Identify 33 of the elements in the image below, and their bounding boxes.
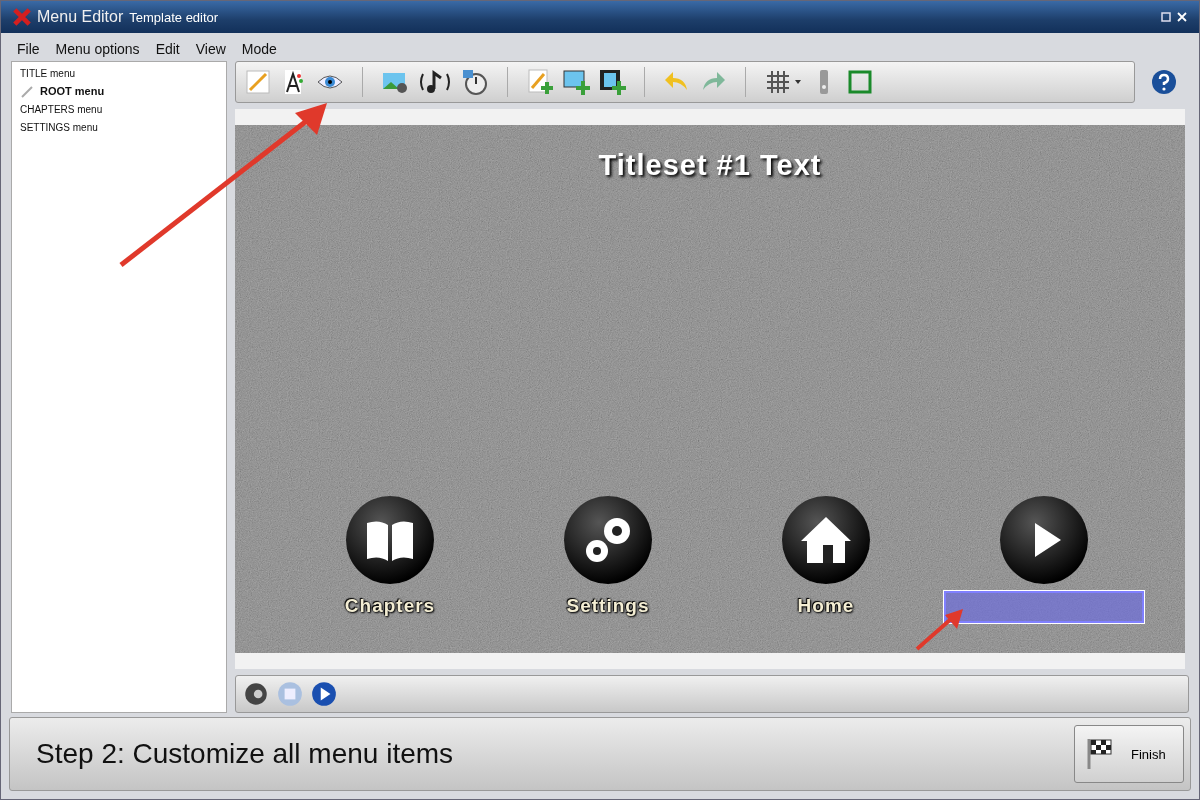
window-subtitle: Template editor <box>129 9 219 25</box>
grid-icon[interactable] <box>764 68 792 96</box>
menu-item[interactable]: Edit <box>155 41 180 57</box>
play-icon[interactable] <box>310 680 338 709</box>
finish-button[interactable]: Finish <box>1074 725 1184 783</box>
step-text: Step 2: Customize all menu items <box>36 738 454 770</box>
stopwatch-icon[interactable] <box>461 68 489 96</box>
menu-item[interactable]: File <box>17 41 40 57</box>
tree-item[interactable]: ROOT menu <box>20 82 226 100</box>
menu-button-label: Home <box>796 594 856 619</box>
menu-item[interactable]: Menu options <box>55 41 140 57</box>
menu-title-text: Titleset #1 Text <box>598 149 822 182</box>
checkered-flag-icon <box>1085 737 1113 771</box>
tree-item[interactable]: TITLE menu <box>20 64 226 82</box>
tree-item[interactable]: CHAPTERS menu <box>20 100 226 118</box>
tree-item[interactable]: SETTINGS menu <box>20 118 226 136</box>
add-image-icon[interactable] <box>562 68 590 96</box>
caret-icon[interactable] <box>794 78 802 86</box>
add-text-icon[interactable] <box>526 68 554 96</box>
music-note-icon[interactable] <box>417 68 453 96</box>
menu-button-label: Chapters <box>343 594 437 619</box>
help-icon[interactable] <box>1151 69 1177 95</box>
page-icon <box>20 84 34 98</box>
selected-label-area[interactable] <box>944 591 1144 624</box>
close-icon[interactable] <box>1177 12 1187 22</box>
menu-item[interactable]: Mode <box>241 41 277 57</box>
window-title: Menu Editor <box>37 8 124 26</box>
add-video-icon[interactable] <box>598 68 626 96</box>
menu-item[interactable]: View <box>195 41 226 57</box>
x-logo-icon <box>13 8 31 26</box>
menu-button-label: Settings <box>565 594 651 619</box>
safe-area-frame-icon[interactable] <box>846 68 874 96</box>
maximize-icon[interactable] <box>1161 12 1171 22</box>
